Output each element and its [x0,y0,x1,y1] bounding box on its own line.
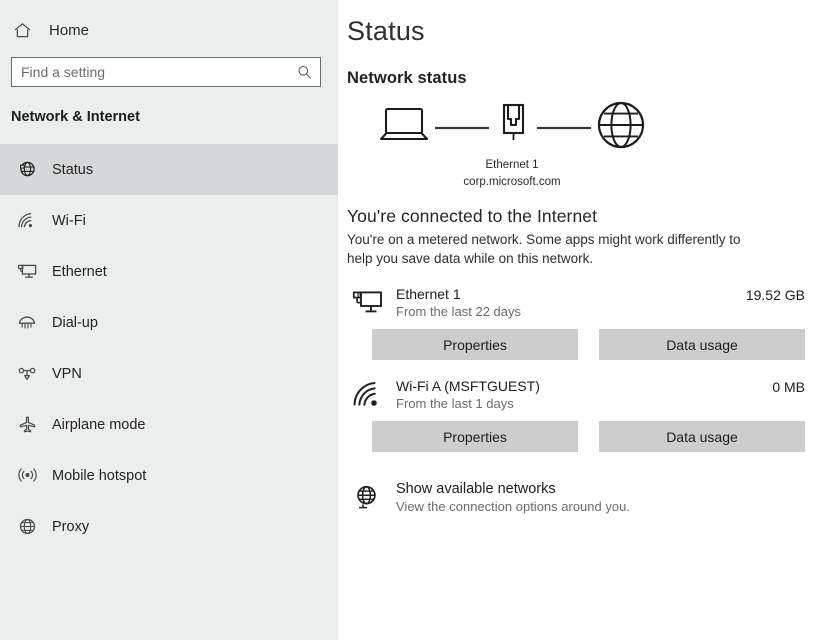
adapter-button-row: Properties Data usage [347,329,805,360]
page-title: Status [347,16,425,46]
adapter-usage: 0 MB [772,379,805,395]
network-diagram-row [377,99,647,156]
sidebar-item-airplane-mode[interactable]: Airplane mode [0,399,338,450]
sidebar-item-home[interactable]: Home [0,10,338,50]
adapter-meta: From the last 22 days [396,304,521,319]
adapter-button-row: Properties Data usage [347,421,805,452]
wifi-icon [11,212,43,230]
sidebar-home-label: Home [49,21,90,39]
sidebar-item-label: Dial-up [52,314,98,331]
sidebar-item-label: Ethernet [52,263,107,280]
laptop-icon [377,103,431,152]
network-diagram: Ethernet 1 corp.microsoft.com [347,99,677,190]
search-icon [297,65,312,80]
show-networks-title: Show available networks [396,481,556,497]
sidebar-item-ethernet[interactable]: Ethernet [0,246,338,297]
adapter-texts: Ethernet 1 From the last 22 days [396,286,746,319]
sidebar-item-label: VPN [52,365,82,382]
sidebar-item-dial-up[interactable]: Dial-up [0,297,338,348]
adapter-texts: Wi-Fi A (MSFTGUEST) From the last 1 days [396,378,772,411]
sidebar-item-label: Mobile hotspot [52,467,147,484]
ethernet-icon [11,262,43,281]
settings-window: Home Network & Internet [0,0,827,640]
vpn-icon [11,364,43,383]
ethernet-monitor-icon [352,286,396,317]
home-icon [13,21,43,40]
sidebar: Home Network & Internet [0,0,338,640]
diagram-domain: corp.microsoft.com [463,176,561,188]
adapter-meta: From the last 1 days [396,396,514,411]
airplane-icon [11,415,43,434]
sidebar-section-title: Network & Internet [11,109,140,125]
sidebar-item-label: Wi-Fi [52,212,86,229]
sidebar-nav: Status Wi-Fi Ethernet Dial-up VPN Airpla… [0,144,338,552]
sidebar-item-label: Proxy [52,518,90,535]
diagram-link-left [431,119,493,137]
data-usage-button[interactable]: Data usage [599,421,805,452]
diagram-link-right [533,119,595,137]
ethernet-connector-icon [493,101,533,154]
sidebar-item-label: Airplane mode [52,416,146,433]
search-box[interactable] [11,57,321,87]
show-networks-description: View the connection options around you. [396,499,630,514]
properties-button[interactable]: Properties [372,421,578,452]
connection-description: You're on a metered network. Some apps m… [347,232,741,266]
diagram-adapter-name: Ethernet 1 [485,159,539,171]
globe-icon [595,99,647,156]
search-input[interactable] [12,58,320,86]
sidebar-item-proxy[interactable]: Proxy [0,501,338,552]
adapter-usage: 19.52 GB [745,287,805,303]
connection-heading: You're connected to the Internet [347,206,598,226]
proxy-globe-icon [11,517,43,536]
network-status-heading: Network status [347,69,467,87]
adapter-row: Wi-Fi A (MSFTGUEST) From the last 1 days… [347,378,805,411]
adapter-row: Ethernet 1 From the last 22 days 19.52 G… [347,286,805,319]
sidebar-item-status[interactable]: Status [0,144,338,195]
sidebar-item-wifi[interactable]: Wi-Fi [0,195,338,246]
sidebar-item-mobile-hotspot[interactable]: Mobile hotspot [0,450,338,501]
data-usage-button[interactable]: Data usage [599,329,805,360]
mobile-hotspot-icon [11,466,43,485]
search-container [0,50,338,87]
sidebar-item-vpn[interactable]: VPN [0,348,338,399]
show-available-networks[interactable]: Show available networks View the connect… [347,481,805,514]
properties-button[interactable]: Properties [372,329,578,360]
adapter-name: Ethernet 1 [396,286,461,302]
status-globe-icon [11,160,43,179]
available-networks-globe-icon [352,481,396,511]
wifi-signal-icon [352,378,396,409]
main-content: Status Network status Ethernet 1 corp.mi… [338,0,827,640]
show-networks-texts: Show available networks View the connect… [396,481,630,514]
dialup-icon [11,313,43,332]
adapter-name: Wi-Fi A (MSFTGUEST) [396,378,540,394]
sidebar-item-label: Status [52,161,94,178]
